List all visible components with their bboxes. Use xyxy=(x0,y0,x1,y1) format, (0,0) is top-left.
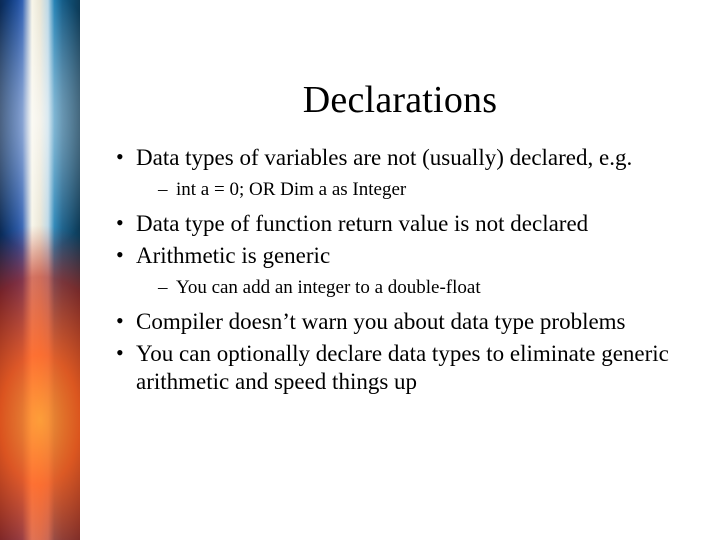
slide-title: Declarations xyxy=(80,78,720,122)
sub-bullet-text: You can add an integer to a double-float xyxy=(176,277,481,298)
bullet-item: Data types of variables are not (usually… xyxy=(114,144,698,202)
sub-bullet-list: You can add an integer to a double-float xyxy=(158,276,698,300)
bullet-text: You can optionally declare data types to… xyxy=(136,341,669,394)
sub-bullet-text: int a = 0; OR Dim a as Integer xyxy=(176,179,406,200)
decorative-sidebar xyxy=(0,0,80,540)
bullet-item: Compiler doesn’t warn you about data typ… xyxy=(114,308,698,336)
decorative-gradient xyxy=(0,0,80,540)
bullet-text: Arithmetic is generic xyxy=(136,243,330,268)
sub-bullet-item: You can add an integer to a double-float xyxy=(158,276,698,300)
bullet-item: Arithmetic is generic You can add an int… xyxy=(114,242,698,300)
bullet-list: Data types of variables are not (usually… xyxy=(114,144,698,396)
bullet-text: Data types of variables are not (usually… xyxy=(136,145,632,170)
bullet-text: Data type of function return value is no… xyxy=(136,211,588,236)
slide-content: Declarations Data types of variables are… xyxy=(80,0,720,540)
bullet-text: Compiler doesn’t warn you about data typ… xyxy=(136,309,626,334)
sub-bullet-list: int a = 0; OR Dim a as Integer xyxy=(158,178,698,202)
sub-bullet-item: int a = 0; OR Dim a as Integer xyxy=(158,178,698,202)
bullet-item: You can optionally declare data types to… xyxy=(114,340,698,396)
bullet-item: Data type of function return value is no… xyxy=(114,210,698,238)
